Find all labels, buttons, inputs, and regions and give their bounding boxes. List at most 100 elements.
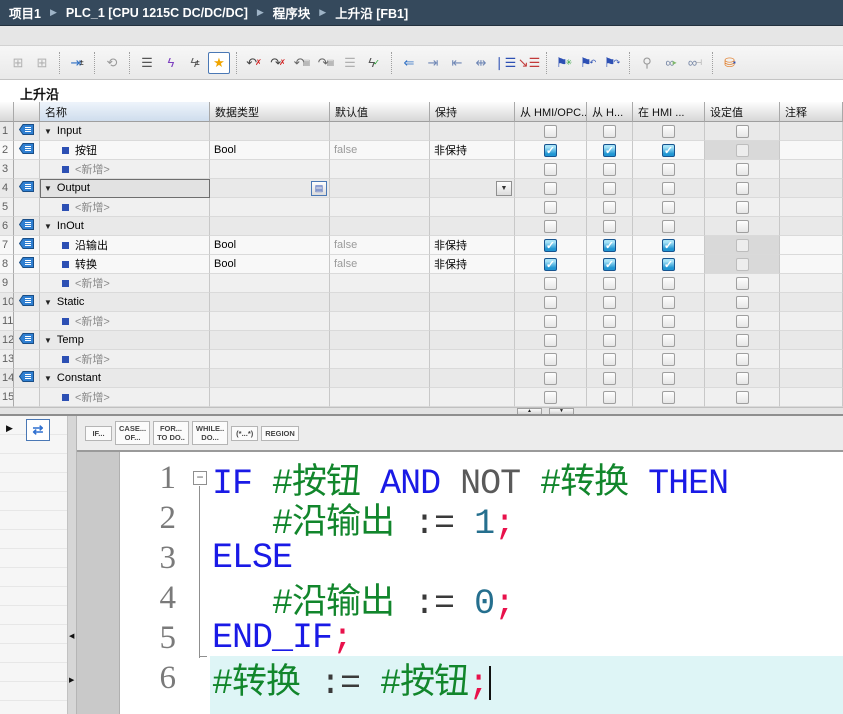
visible-in-hmi-checkbox[interactable] [662,201,675,214]
name-cell[interactable]: <新增> [40,312,210,331]
load-snapshot-icon[interactable]: ↶▤ [291,52,313,74]
name-cell[interactable]: 转换 [40,255,210,274]
insert-network-icon[interactable]: ⊞ [7,52,29,74]
comment-cell[interactable] [780,350,843,369]
snippet-button-caseof[interactable]: CASE... OF... [115,421,150,445]
find-icon[interactable]: ⚲ [636,52,658,74]
datatype-cell[interactable]: Bool [210,141,330,160]
comment-cell[interactable] [780,217,843,236]
comment-cell[interactable] [780,293,843,312]
default-value-cell[interactable]: false [330,236,430,255]
retain-cell[interactable]: 非保持 [430,255,515,274]
copy-to-start-icon[interactable]: ↷▤ [315,52,337,74]
breadcrumb-item[interactable]: 程序块 [273,3,311,22]
visible-in-hmi-checkbox[interactable] [662,182,675,195]
retain-cell[interactable] [430,122,515,141]
bookmark-prev-icon[interactable]: ⚑↶ [577,52,599,74]
add-new-placeholder[interactable]: <新增> [75,313,110,329]
visible-in-hmi-checkbox[interactable] [662,315,675,328]
retain-cell[interactable]: 非保持 [430,236,515,255]
monitor-on-icon[interactable]: ∞▸ [660,52,682,74]
default-value-cell[interactable] [330,388,430,407]
add-new-placeholder[interactable]: <新增> [75,199,110,215]
default-value-cell[interactable] [330,350,430,369]
name-cell[interactable]: ▼Constant [40,369,210,388]
variable-name[interactable]: 沿输出 [75,237,108,253]
writable-from-hmi-checkbox[interactable] [603,163,616,176]
name-cell[interactable]: ▼InOut [40,217,210,236]
visible-in-hmi-checkbox[interactable]: ✓ [662,144,675,157]
reset-actual-icon[interactable]: ↷✗ [267,52,289,74]
snippet-button-fortodo[interactable]: FOR... TO DO.. [153,421,189,445]
setpoint-checkbox[interactable] [736,372,749,385]
navigate-back-icon[interactable]: ⇐ [398,52,420,74]
default-value-cell[interactable] [330,369,430,388]
clear-formatting-icon[interactable]: ↘☰ [518,52,540,74]
setpoint-checkbox[interactable] [736,258,749,271]
default-value-cell[interactable]: false [330,141,430,160]
snapshot-icon[interactable]: ϟ [160,52,182,74]
retain-cell[interactable] [430,331,515,350]
variable-name[interactable]: 按钮 [75,142,97,158]
writable-from-hmi-checkbox[interactable] [603,315,616,328]
default-value-cell[interactable]: false [330,255,430,274]
column-header[interactable]: 名称 [40,102,210,122]
writable-from-hmi-checkbox[interactable] [603,220,616,233]
visible-in-hmi-checkbox[interactable] [662,372,675,385]
expander-icon[interactable]: ▶ [6,423,13,434]
hmi-opc-checkbox[interactable] [544,220,557,233]
setpoint-checkbox[interactable] [736,391,749,404]
datatype-cell[interactable] [210,331,330,350]
name-cell[interactable]: <新增> [40,160,210,179]
writable-from-hmi-checkbox[interactable] [603,125,616,138]
name-cell[interactable]: ▼Temp [40,331,210,350]
name-cell[interactable]: <新增> [40,388,210,407]
breadcrumb-item[interactable]: PLC_1 [CPU 1215C DC/DC/DC] [66,6,248,20]
datatype-cell[interactable] [210,122,330,141]
writable-from-hmi-checkbox[interactable] [603,201,616,214]
datatype-cell[interactable] [210,369,330,388]
setpoint-checkbox[interactable] [736,182,749,195]
setpoint-checkbox[interactable] [736,239,749,252]
list-gray-icon[interactable]: ☰ [339,52,361,74]
variable-name[interactable]: 转换 [75,256,97,272]
column-header[interactable]: 从 HMI/OPC.. [515,102,587,122]
hmi-opc-checkbox[interactable] [544,125,557,138]
add-new-placeholder[interactable]: <新增> [75,389,110,405]
writable-from-hmi-checkbox[interactable] [603,296,616,309]
visible-in-hmi-checkbox[interactable] [662,334,675,347]
code-line[interactable]: 4 #沿输出 := 0; [77,578,843,618]
setpoint-checkbox[interactable] [736,315,749,328]
breadcrumb-item[interactable]: 项目1 [9,3,41,22]
default-value-cell[interactable] [330,274,430,293]
vertical-splitter[interactable]: ◀ ▶ [68,416,77,714]
comment-cell[interactable] [780,122,843,141]
add-new-placeholder[interactable]: <新增> [75,275,110,291]
hmi-opc-checkbox[interactable] [544,201,557,214]
writable-from-hmi-checkbox[interactable] [603,334,616,347]
visible-in-hmi-checkbox[interactable] [662,296,675,309]
visible-in-hmi-checkbox[interactable] [662,220,675,233]
default-value-cell[interactable] [330,122,430,141]
db-lock-icon[interactable]: ⛁▪ [719,52,741,74]
keep-actual-values-icon[interactable]: ☰ [136,52,158,74]
name-cell[interactable]: <新增> [40,350,210,369]
hmi-opc-checkbox[interactable] [544,296,557,309]
datatype-cell[interactable] [210,274,330,293]
default-value-cell[interactable] [330,160,430,179]
indent-icon[interactable]: ⇥ [422,52,444,74]
writable-from-hmi-checkbox[interactable] [603,277,616,290]
code-line[interactable]: 2 #沿输出 := 1; [77,498,843,538]
comment-cell[interactable] [780,160,843,179]
comment-cell[interactable] [780,179,843,198]
datatype-cell[interactable] [210,293,330,312]
snippet-button-if[interactable]: IF... [85,426,112,441]
name-cell[interactable]: 沿输出 [40,236,210,255]
fold-collapse-icon[interactable]: − [193,471,207,485]
visible-in-hmi-checkbox[interactable]: ✓ [662,258,675,271]
writable-from-hmi-checkbox[interactable] [603,372,616,385]
comment-cell[interactable] [780,255,843,274]
code-text[interactable]: #转换 := #按钮; [212,653,491,704]
hmi-opc-checkbox[interactable] [544,182,557,195]
absolute-operands-icon[interactable]: ❘☰ [494,52,516,74]
